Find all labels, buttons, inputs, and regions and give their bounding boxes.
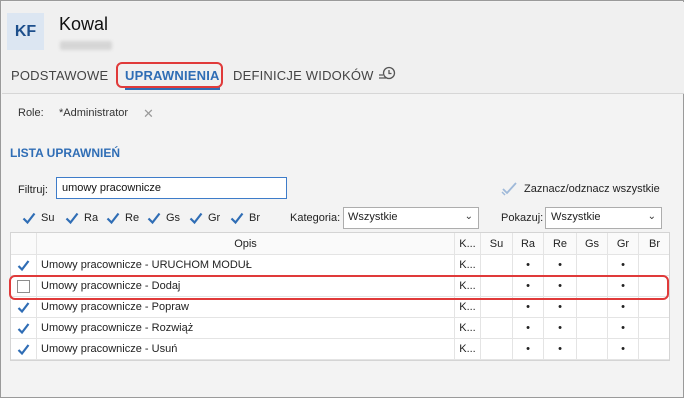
table-row[interactable]: Umowy pracownicze - Usuń K... • • • [11,339,669,360]
checkmark-icon [17,322,30,334]
tab-highlight-annotation [116,62,223,88]
cell-br [639,339,670,359]
checkmark-icon [17,343,30,355]
cell-k: K... [455,297,481,317]
cell-k: K... [455,255,481,275]
show-select[interactable]: Wszystkie ⌄ [545,207,662,229]
flag-gs-checkbox[interactable]: Gs [147,209,180,227]
user-name: Kowal [59,14,109,34]
flag-su-label: Su [41,212,55,224]
column-header-re[interactable]: Re [544,233,577,254]
cell-su [481,297,513,317]
row-checkbox[interactable] [11,318,37,338]
role-value: *Administrator [59,107,129,119]
cell-opis: Umowy pracownicze - URUCHOM MODUŁ [37,255,455,275]
cell-ra: • [513,318,544,338]
cell-ra: • [513,339,544,359]
filter-label: Filtruj: [18,184,48,196]
column-header-ra[interactable]: Ra [513,233,544,254]
role-label: Role: [18,107,44,119]
cell-su [481,318,513,338]
flag-ra-checkbox[interactable]: Ra [65,209,98,227]
cell-su [481,339,513,359]
table-row[interactable]: Umowy pracownicze - Popraw K... • • • [11,297,669,318]
column-header-su[interactable]: Su [481,233,513,254]
column-header-br[interactable]: Br [639,233,670,254]
cell-k: K... [455,339,481,359]
flag-re-label: Re [125,212,140,224]
checkmark-icon [17,259,30,271]
window: KF Kowal PODSTAWOWE UPRAWNIENIA DEFINICJ… [0,0,684,398]
category-label: Kategoria: [290,212,341,224]
checkmark-icon [65,212,79,225]
column-header-k[interactable]: K... [455,233,481,254]
cell-opis: Umowy pracownicze - Usuń [37,339,455,359]
checkmark-icon [189,212,203,225]
close-icon[interactable]: ✕ [143,106,154,122]
row-highlight-annotation [9,275,669,300]
column-header-opis[interactable]: Opis [37,233,455,254]
check-all-icon [501,182,517,196]
row-checkbox[interactable] [11,255,37,275]
cell-opis: Umowy pracownicze - Popraw [37,297,455,317]
cell-gs [577,255,608,275]
show-label: Pokazuj: [501,212,544,224]
chevron-down-icon: ⌄ [647,211,656,222]
flag-re-checkbox[interactable]: Re [106,209,139,227]
flag-br-label: Br [249,212,260,224]
cell-br [639,297,670,317]
section-title: LISTA UPRAWNIEŃ [10,146,120,160]
row-checkbox[interactable] [11,297,37,317]
flag-su-checkbox[interactable]: Su [22,209,54,227]
table-header-row: Opis K... Su Ra Re Gs Gr Br [11,233,669,255]
column-header-gr[interactable]: Gr [608,233,639,254]
cell-gr: • [608,339,639,359]
row-checkbox[interactable] [11,339,37,359]
column-header-gs[interactable]: Gs [577,233,608,254]
cell-k: K... [455,318,481,338]
table-row[interactable]: Umowy pracownicze - Rozwiąż K... • • • [11,318,669,339]
flag-gr-label: Gr [208,212,221,224]
checkmark-icon [230,212,244,225]
show-selected-value: Wszystkie [551,211,601,223]
cell-re: • [544,297,577,317]
flag-gs-label: Gs [166,212,181,224]
cell-su [481,255,513,275]
cell-gs [577,297,608,317]
checkmark-icon [106,212,120,225]
category-select[interactable]: Wszystkie ⌄ [343,207,479,229]
filter-input[interactable] [56,177,287,199]
checkmark-icon [22,212,36,225]
tab-podstawowe[interactable]: PODSTAWOWE [11,68,108,83]
cell-gs [577,318,608,338]
cell-re: • [544,255,577,275]
checkmark-icon [147,212,161,225]
header-check-column [11,233,37,254]
toggle-all-label: Zaznacz/odznacz wszystkie [524,183,660,195]
table-row[interactable]: Umowy pracownicze - URUCHOM MODUŁ K... •… [11,255,669,276]
cell-opis: Umowy pracownicze - Rozwiąż [37,318,455,338]
history-icon[interactable] [378,66,396,82]
cell-ra: • [513,297,544,317]
flag-ra-label: Ra [84,212,99,224]
cell-gs [577,339,608,359]
cell-gr: • [608,318,639,338]
cell-gr: • [608,255,639,275]
category-selected-value: Wszystkie [348,211,398,223]
tab-bar: PODSTAWOWE UPRAWNIENIA DEFINICJE WIDOKÓW [2,59,684,94]
header: KF Kowal [2,2,684,59]
cell-br [639,318,670,338]
cell-re: • [544,318,577,338]
cell-br [639,255,670,275]
cell-ra: • [513,255,544,275]
checkmark-icon [17,301,30,313]
chevron-down-icon: ⌄ [464,211,473,222]
cell-re: • [544,339,577,359]
avatar: KF [7,13,44,50]
tab-definicje-widokow[interactable]: DEFINICJE WIDOKÓW [233,68,374,83]
user-subtitle-blurred [60,41,112,50]
flag-br-checkbox[interactable]: Br [230,209,260,227]
cell-gr: • [608,297,639,317]
flag-gr-checkbox[interactable]: Gr [189,209,220,227]
